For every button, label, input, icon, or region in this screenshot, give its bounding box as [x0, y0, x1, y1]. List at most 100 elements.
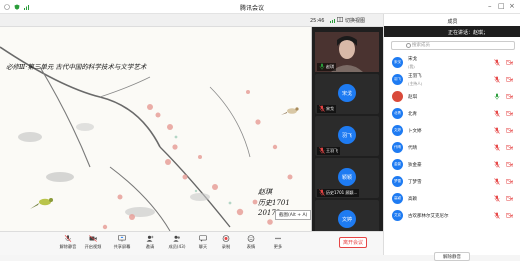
info-icon[interactable] [4, 4, 10, 10]
avatar: 金豪 [392, 159, 403, 170]
window-title: 腾讯会议 [240, 5, 265, 12]
mic-muted-icon [319, 105, 325, 113]
network-signal-icon [330, 18, 335, 23]
avatar: 梦雪 [392, 176, 403, 187]
avatar: 羽飞 [392, 74, 403, 85]
member-row[interactable]: 文婷 卜文婷 [384, 123, 520, 138]
toolbar-label: 邀请 [145, 244, 155, 249]
mic-muted-icon[interactable] [494, 76, 500, 83]
switch-view-label: 切换视图 [345, 18, 366, 24]
members-icon [173, 235, 181, 242]
member-row[interactable]: 代晴 代晴 [384, 140, 520, 155]
member-row[interactable]: 艾克 古欢那林尔艾克尼尔 [384, 208, 520, 223]
toolbar-more-button[interactable]: 更多 [268, 235, 288, 250]
video-tile[interactable]: 颖颖历史1701 顾颖... [315, 158, 379, 198]
share-screen-icon [118, 235, 126, 242]
toolbar-camera-off-button[interactable]: 开启视频 [83, 235, 103, 250]
toolbar-invite-button[interactable]: 邀请 [140, 235, 160, 250]
speaking-text: 正在讲话：赵琪； [448, 30, 489, 36]
camera-off-icon[interactable] [506, 128, 513, 133]
invite-icon [146, 235, 154, 242]
more-icon [274, 235, 282, 242]
member-row[interactable]: 高颖 高颖 [384, 191, 520, 206]
member-name: 赵琪 [408, 95, 417, 100]
camera-off-icon[interactable] [506, 145, 513, 150]
mic-muted-icon[interactable] [494, 178, 500, 185]
member-row[interactable]: 梦雪 丁梦雪 [384, 174, 520, 189]
member-row[interactable]: 赵琪 [384, 89, 520, 104]
chat-icon [199, 235, 207, 242]
avatar: 颖颖 [338, 168, 356, 186]
member-role: (主持人) [408, 81, 423, 86]
tile-name: 宋戈 [326, 106, 334, 111]
shared-screen[interactable]: 必修Ⅲ·第三单元 古代中国的科学技术与文学艺术 赵琪 历史1701 20172 [0, 27, 312, 231]
toolbar-label: 录制 [221, 244, 231, 249]
tile-label: 宋戈 [317, 105, 336, 113]
toolbar-record-button[interactable]: 录制 [216, 235, 236, 250]
meeting-toolbar: 解除静音 开启视频 共享屏幕 邀请 成员(43) 聊天 录制 表情 更多 [0, 231, 383, 255]
camera-off-icon[interactable] [506, 77, 513, 82]
member-name: 高颖 [408, 197, 417, 202]
avatar: 羽飞 [338, 126, 356, 144]
share-bar: 25:46 切换视图 [0, 14, 383, 27]
search-placeholder: 搜索成员 [412, 43, 430, 48]
member-name: 狄金豪 [408, 163, 422, 168]
minimize-button[interactable]: – [488, 2, 492, 10]
toolbar-mic-muted-button[interactable]: 解除静音 [58, 235, 78, 250]
member-row[interactable]: 宋戈 宋戈 (我) [384, 55, 520, 70]
leave-meeting-button[interactable]: 离开会议 [339, 237, 367, 248]
tile-name: 赵琪 [326, 64, 334, 69]
video-tile[interactable]: 赵琪 [315, 32, 379, 72]
mic-icon [319, 63, 325, 71]
camera-off-icon[interactable] [506, 213, 513, 218]
mic-muted-icon[interactable] [494, 144, 500, 151]
tile-name: 王羽飞 [326, 148, 338, 153]
mic-muted-icon[interactable] [494, 93, 500, 100]
tile-label: 赵琪 [317, 63, 336, 71]
signature-name: 赵琪 [258, 188, 272, 196]
switch-view-button[interactable]: 切换视图 [330, 17, 365, 24]
member-row[interactable]: 北青 北青 [384, 106, 520, 121]
camera-off-icon[interactable] [506, 196, 513, 201]
unmute-all-button[interactable]: 解除静音 [434, 252, 470, 261]
toolbar-members-button[interactable]: 成员(43) [167, 235, 187, 250]
maximize-button[interactable]: □ [498, 2, 505, 10]
member-search-input[interactable]: 搜索成员 [391, 41, 515, 50]
member-row[interactable]: 金豪 狄金豪 [384, 157, 520, 172]
mic-muted-icon[interactable] [494, 212, 500, 219]
mic-muted-icon[interactable] [494, 195, 500, 202]
avatar: 艾克 [392, 210, 403, 221]
toolbar-emoji-button[interactable]: 表情 [241, 235, 261, 250]
signature-class: 历史1701 [258, 199, 290, 207]
member-name: 北青 [408, 112, 417, 117]
grid-icon [337, 17, 343, 24]
member-role: (我) [408, 64, 415, 69]
record-icon [222, 235, 230, 242]
member-row[interactable]: 羽飞 王羽飞 (主持人) [384, 72, 520, 87]
video-tile[interactable]: 宋戈 宋戈 [315, 74, 379, 114]
mic-muted-icon[interactable] [494, 110, 500, 117]
video-tile[interactable]: 羽飞 王羽飞 [315, 116, 379, 156]
camera-off-icon[interactable] [506, 162, 513, 167]
close-button[interactable]: × [509, 2, 515, 10]
mic-muted-icon[interactable] [494, 127, 500, 134]
camera-off-icon[interactable] [506, 94, 513, 99]
camera-off-icon[interactable] [506, 179, 513, 184]
toolbar-label: 表情 [246, 244, 256, 249]
mic-muted-icon[interactable] [494, 59, 500, 66]
toolbar-share-screen-button[interactable]: 共享屏幕 [112, 235, 132, 250]
toolbar-chat-button[interactable]: 聊天 [193, 235, 213, 250]
camera-off-icon[interactable] [506, 60, 513, 65]
shield-icon[interactable] [14, 4, 20, 10]
avatar: 文婷 [338, 210, 356, 228]
avatar: 宋戈 [338, 84, 356, 102]
avatar: 代晴 [392, 142, 403, 153]
mic-muted-icon[interactable] [494, 161, 500, 168]
toolbar-label: 解除静音 [59, 244, 77, 249]
avatar: 高颖 [392, 193, 403, 204]
tile-label: 历史1701 顾颖... [317, 189, 360, 197]
mic-muted-icon [64, 235, 72, 242]
avatar: 北青 [392, 108, 403, 119]
camera-off-icon[interactable] [506, 111, 513, 116]
member-name: 代晴 [408, 146, 417, 151]
